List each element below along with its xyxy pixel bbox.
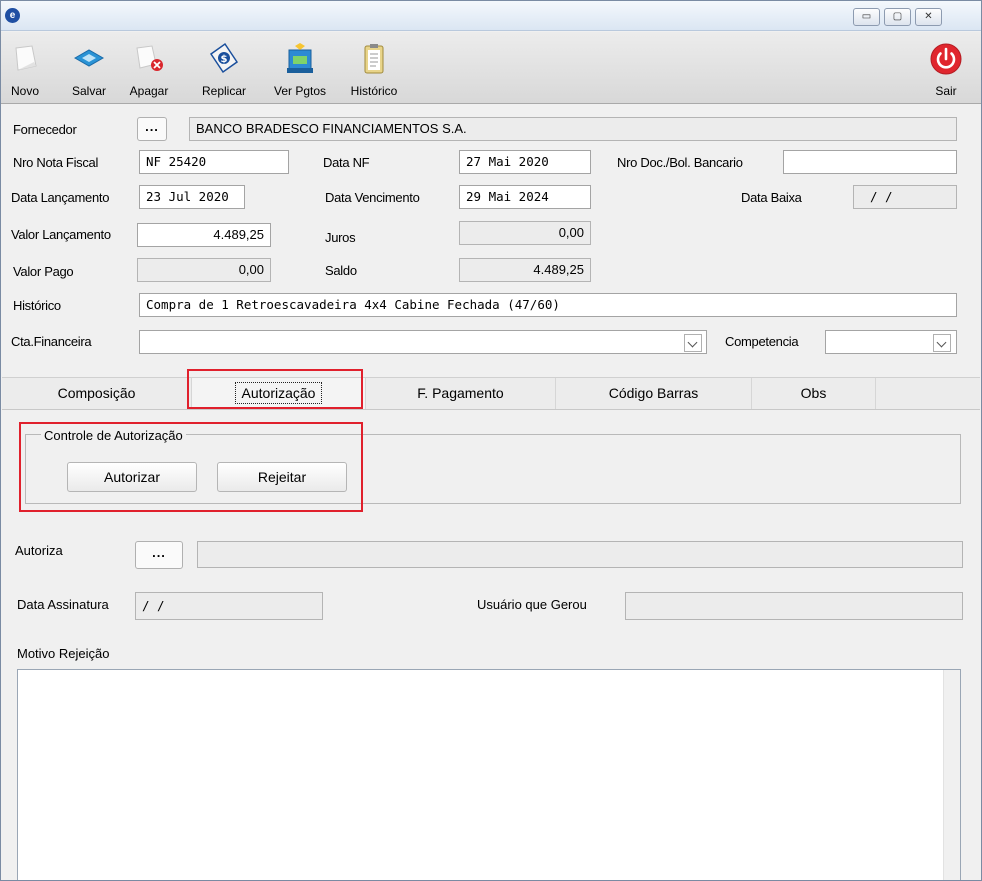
salvar-label: Salvar [71, 84, 106, 98]
app-logo-icon: e [5, 8, 20, 23]
maximize-button[interactable]: ▢ [884, 8, 911, 26]
data-assinatura-label: Data Assinatura [17, 597, 109, 612]
sair-button[interactable]: Sair [923, 32, 969, 104]
toolbar: Novo Salvar Apagar $ Replicar Ver Pgtos … [1, 32, 981, 104]
autoriza-label: Autoriza [15, 543, 63, 558]
delete-icon [136, 45, 163, 71]
tab-highlight-box [187, 369, 363, 409]
historico-field[interactable]: Compra de 1 Retroescavadeira 4x4 Cabine … [139, 293, 957, 317]
cta-financeira-chevron-down-icon[interactable] [684, 334, 702, 352]
tab-obs-label: Obs [800, 385, 827, 401]
tab-f-pagamento[interactable]: F. Pagamento [366, 378, 556, 410]
juros-label: Juros [325, 230, 356, 245]
data-nf-label: Data NF [323, 155, 370, 170]
autoriza-lookup-button[interactable]: ... [135, 541, 183, 569]
historico-field-label: Histórico [13, 298, 61, 313]
motivo-rejeicao-label: Motivo Rejeição [17, 646, 110, 661]
valor-lancamento-field[interactable]: 4.489,25 [137, 223, 271, 247]
tab-codigo-barras-label: Código Barras [608, 385, 699, 401]
app-window: e ▭ ▢ ✕ Novo Salvar Apagar $ Replicar Ve… [0, 0, 982, 881]
valor-lancamento-label: Valor Lançamento [11, 227, 111, 242]
tab-strip: Composição Autorização F. Pagamento Códi… [2, 377, 980, 410]
nro-doc-field[interactable] [783, 150, 957, 174]
autoriza-field[interactable] [197, 541, 963, 568]
data-lancamento-label: Data Lançamento [11, 190, 110, 205]
history-clipboard-icon [364, 44, 384, 74]
title-bar: e ▭ ▢ ✕ [1, 1, 981, 31]
tab-codigo-barras[interactable]: Código Barras [556, 378, 752, 410]
replicar-label: Replicar [201, 84, 246, 98]
historico-label: Histórico [350, 84, 398, 98]
nro-nota-fiscal-label: Nro Nota Fiscal [13, 155, 99, 170]
sair-label: Sair [935, 84, 957, 98]
replicar-button[interactable]: $ Replicar [195, 32, 253, 104]
fornecedor-lookup-button[interactable]: ... [137, 117, 167, 141]
motivo-rejeicao-textarea[interactable] [17, 669, 961, 880]
view-payments-icon [287, 43, 313, 73]
historico-button[interactable]: Histórico [345, 32, 403, 104]
valor-pago-label: Valor Pago [13, 264, 74, 279]
close-window-button[interactable]: ✕ [915, 8, 942, 26]
tab-f-pagamento-label: F. Pagamento [417, 385, 504, 401]
data-baixa-field[interactable]: / / [853, 185, 957, 209]
nro-doc-label: Nro Doc./Bol. Bancario [617, 155, 743, 170]
data-lancamento-field[interactable]: 23 Jul 2020 [139, 185, 245, 209]
tab-composicao[interactable]: Composição [2, 378, 192, 410]
fornecedor-label: Fornecedor [13, 122, 77, 137]
saldo-label: Saldo [325, 263, 357, 278]
new-document-icon [15, 45, 37, 71]
data-nf-field[interactable]: 27 Mai 2020 [459, 150, 591, 174]
competencia-chevron-down-icon[interactable] [933, 334, 951, 352]
minimize-button[interactable]: ▭ [853, 8, 880, 26]
usuario-gerou-field[interactable] [625, 592, 963, 620]
juros-field[interactable]: 0,00 [459, 221, 591, 245]
salvar-button[interactable]: Salvar [65, 32, 113, 104]
apagar-button[interactable]: Apagar [123, 32, 175, 104]
ver-pgtos-label: Ver Pgtos [273, 84, 327, 98]
novo-label: Novo [10, 84, 39, 98]
power-exit-icon [930, 43, 962, 75]
fornecedor-field[interactable]: BANCO BRADESCO FINANCIAMENTOS S.A. [189, 117, 957, 141]
group-highlight-box [19, 422, 363, 512]
cta-financeira-combo[interactable] [139, 330, 707, 354]
svg-text:$: $ [221, 54, 228, 65]
data-vencimento-field[interactable]: 29 Mai 2024 [459, 185, 591, 209]
save-icon [73, 49, 105, 67]
replicate-icon: $ [209, 42, 239, 74]
valor-pago-field[interactable]: 0,00 [137, 258, 271, 282]
saldo-field[interactable]: 4.489,25 [459, 258, 591, 282]
competencia-label: Competencia [725, 334, 799, 349]
apagar-label: Apagar [129, 84, 169, 98]
tab-composicao-label: Composição [57, 385, 136, 401]
data-assinatura-field[interactable]: / / [135, 592, 323, 620]
ver-pgtos-button[interactable]: Ver Pgtos [267, 32, 333, 104]
data-baixa-label: Data Baixa [741, 190, 802, 205]
cta-financeira-label: Cta.Financeira [11, 334, 92, 349]
nro-nota-fiscal-field[interactable]: NF 25420 [139, 150, 289, 174]
data-vencimento-label: Data Vencimento [325, 190, 420, 205]
usuario-gerou-label: Usuário que Gerou [477, 597, 587, 612]
novo-button[interactable]: Novo [5, 32, 45, 104]
motivo-rejeicao-scrollbar[interactable] [943, 670, 960, 880]
tab-obs[interactable]: Obs [752, 378, 876, 410]
